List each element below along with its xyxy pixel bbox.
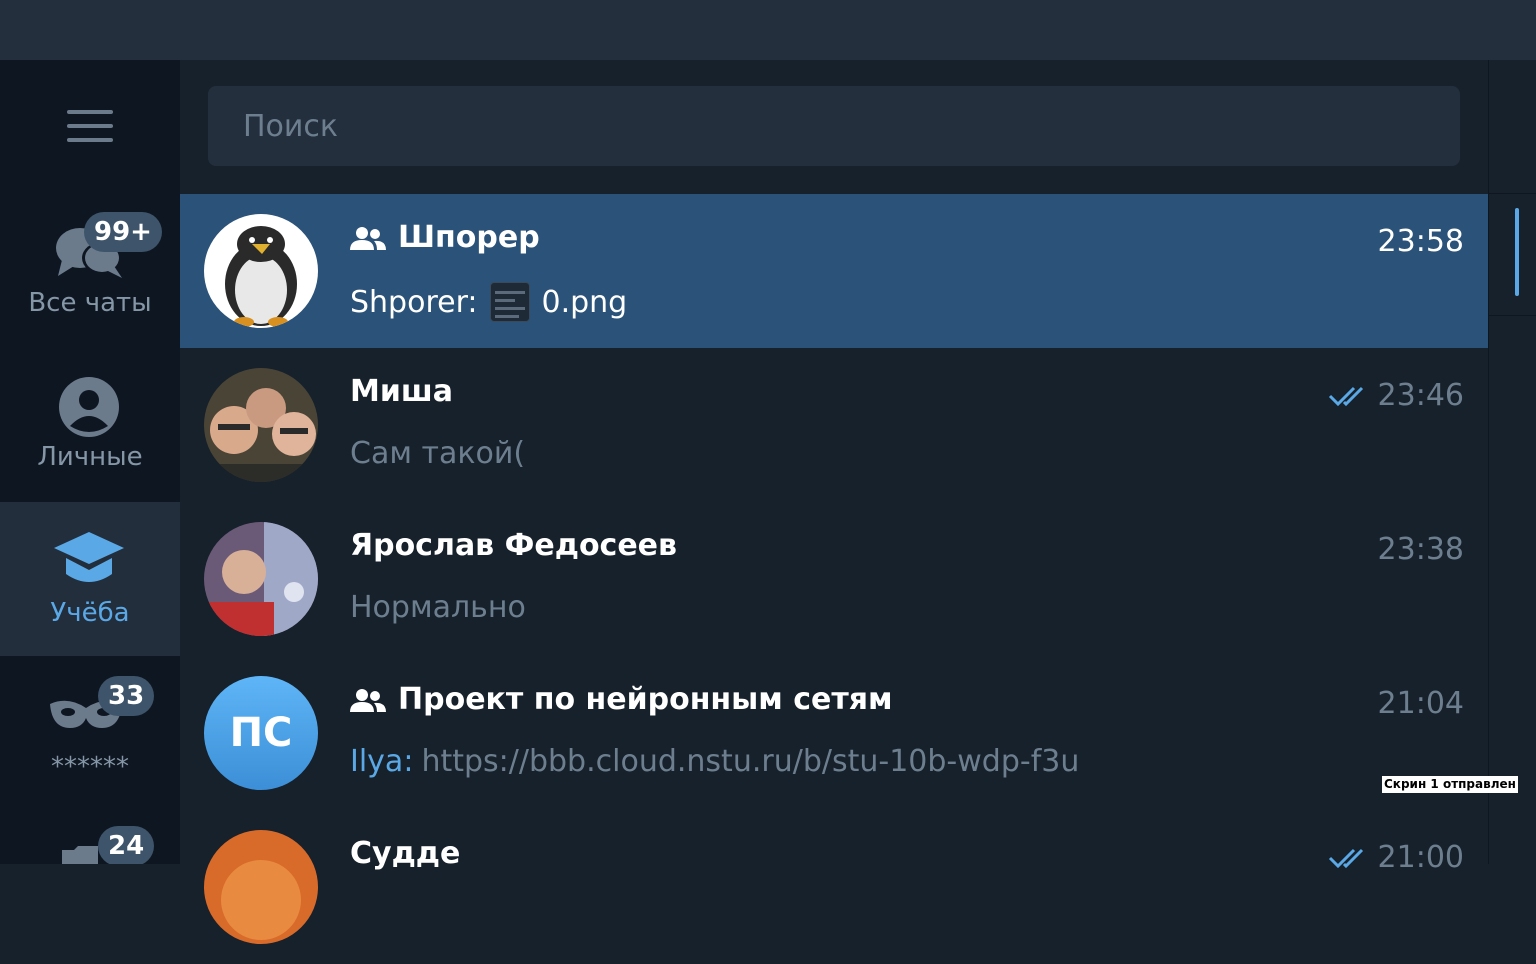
chat-item[interactable]: Миша 23:46 Сам такой( bbox=[180, 348, 1488, 502]
sender-name: Shporer: bbox=[350, 284, 478, 320]
chat-preview: Shporer: 0.png bbox=[350, 282, 627, 322]
avatar-initials: ПС bbox=[204, 676, 318, 790]
chat-preview: Нормально bbox=[350, 590, 526, 625]
folder-label: Учёба bbox=[50, 598, 130, 628]
folder-other[interactable]: 24 bbox=[0, 810, 180, 864]
avatar bbox=[204, 522, 318, 636]
right-rail bbox=[1488, 60, 1536, 864]
search-bar bbox=[180, 60, 1488, 194]
chat-name: Проект по нейронным сетям bbox=[350, 682, 893, 717]
avatar bbox=[204, 830, 318, 944]
chat-item[interactable]: Ярослав Федосеев 23:38 Нормально bbox=[180, 502, 1488, 656]
image-thumbnail bbox=[489, 282, 530, 322]
avatar bbox=[204, 214, 318, 328]
chat-time: 21:00 bbox=[1328, 840, 1464, 875]
chat-time: 23:46 bbox=[1328, 378, 1464, 413]
graduation-cap-icon bbox=[54, 532, 124, 582]
folder-study[interactable]: Учёба bbox=[0, 502, 180, 656]
chat-preview: Сам такой( bbox=[350, 436, 526, 471]
avatar: ПС bbox=[204, 676, 318, 790]
folder-hidden[interactable]: 33 ****** bbox=[0, 656, 180, 810]
folder-label: ****** bbox=[51, 752, 129, 782]
photo-avatar-image bbox=[204, 522, 318, 636]
scroll-indicator[interactable] bbox=[1515, 208, 1519, 296]
folder-label: Личные bbox=[37, 442, 143, 472]
group-icon bbox=[350, 226, 386, 250]
folder-all-chats[interactable]: 99+ Все чаты bbox=[0, 192, 180, 346]
chat-name: Ярослав Федосеев bbox=[350, 528, 678, 563]
hamburger-menu-button[interactable] bbox=[0, 60, 180, 192]
unread-badge: 99+ bbox=[84, 212, 162, 252]
chat-time: 23:38 bbox=[1377, 532, 1464, 567]
search-input[interactable] bbox=[208, 86, 1460, 166]
group-icon bbox=[350, 688, 386, 712]
sender-name: Ilya: bbox=[350, 744, 414, 779]
avatar bbox=[204, 368, 318, 482]
photo-avatar-image bbox=[204, 830, 318, 944]
chat-name: Судде bbox=[350, 836, 461, 871]
chat-time: 21:04 bbox=[1377, 686, 1464, 721]
folder-personal[interactable]: Личные bbox=[0, 346, 180, 500]
notification-toast: Скрин 1 отправлен bbox=[1382, 776, 1518, 793]
chat-name: Шпорер bbox=[350, 220, 540, 255]
photo-avatar-image bbox=[204, 368, 318, 482]
chat-list-panel: Шпорер 23:58 Shporer: 0.png Миша bbox=[180, 60, 1488, 944]
penguin-avatar-image bbox=[204, 214, 318, 328]
folder-icon bbox=[62, 846, 98, 864]
chat-item[interactable]: ПС Проект по нейронным сетям 21:04 Ilya:… bbox=[180, 656, 1488, 810]
chat-item[interactable]: Шпорер 23:58 Shporer: 0.png bbox=[180, 194, 1488, 348]
double-check-icon bbox=[1328, 386, 1363, 406]
chat-time: 23:58 bbox=[1377, 224, 1464, 259]
chat-item[interactable]: Судде 21:00 bbox=[180, 810, 1488, 964]
folder-label: Все чаты bbox=[28, 288, 152, 318]
unread-badge: 33 bbox=[98, 676, 155, 716]
person-icon bbox=[59, 377, 119, 437]
unread-badge: 24 bbox=[98, 826, 155, 864]
window-titlebar bbox=[0, 0, 1536, 60]
chat-name: Миша bbox=[350, 374, 453, 409]
folder-sidebar: 99+ Все чаты Личные Учёба 33 ****** 24 bbox=[0, 60, 180, 864]
double-check-icon bbox=[1328, 848, 1363, 868]
chat-preview: Ilya: https://bbb.cloud.nstu.ru/b/stu-10… bbox=[350, 744, 1080, 779]
hamburger-icon bbox=[67, 110, 113, 114]
